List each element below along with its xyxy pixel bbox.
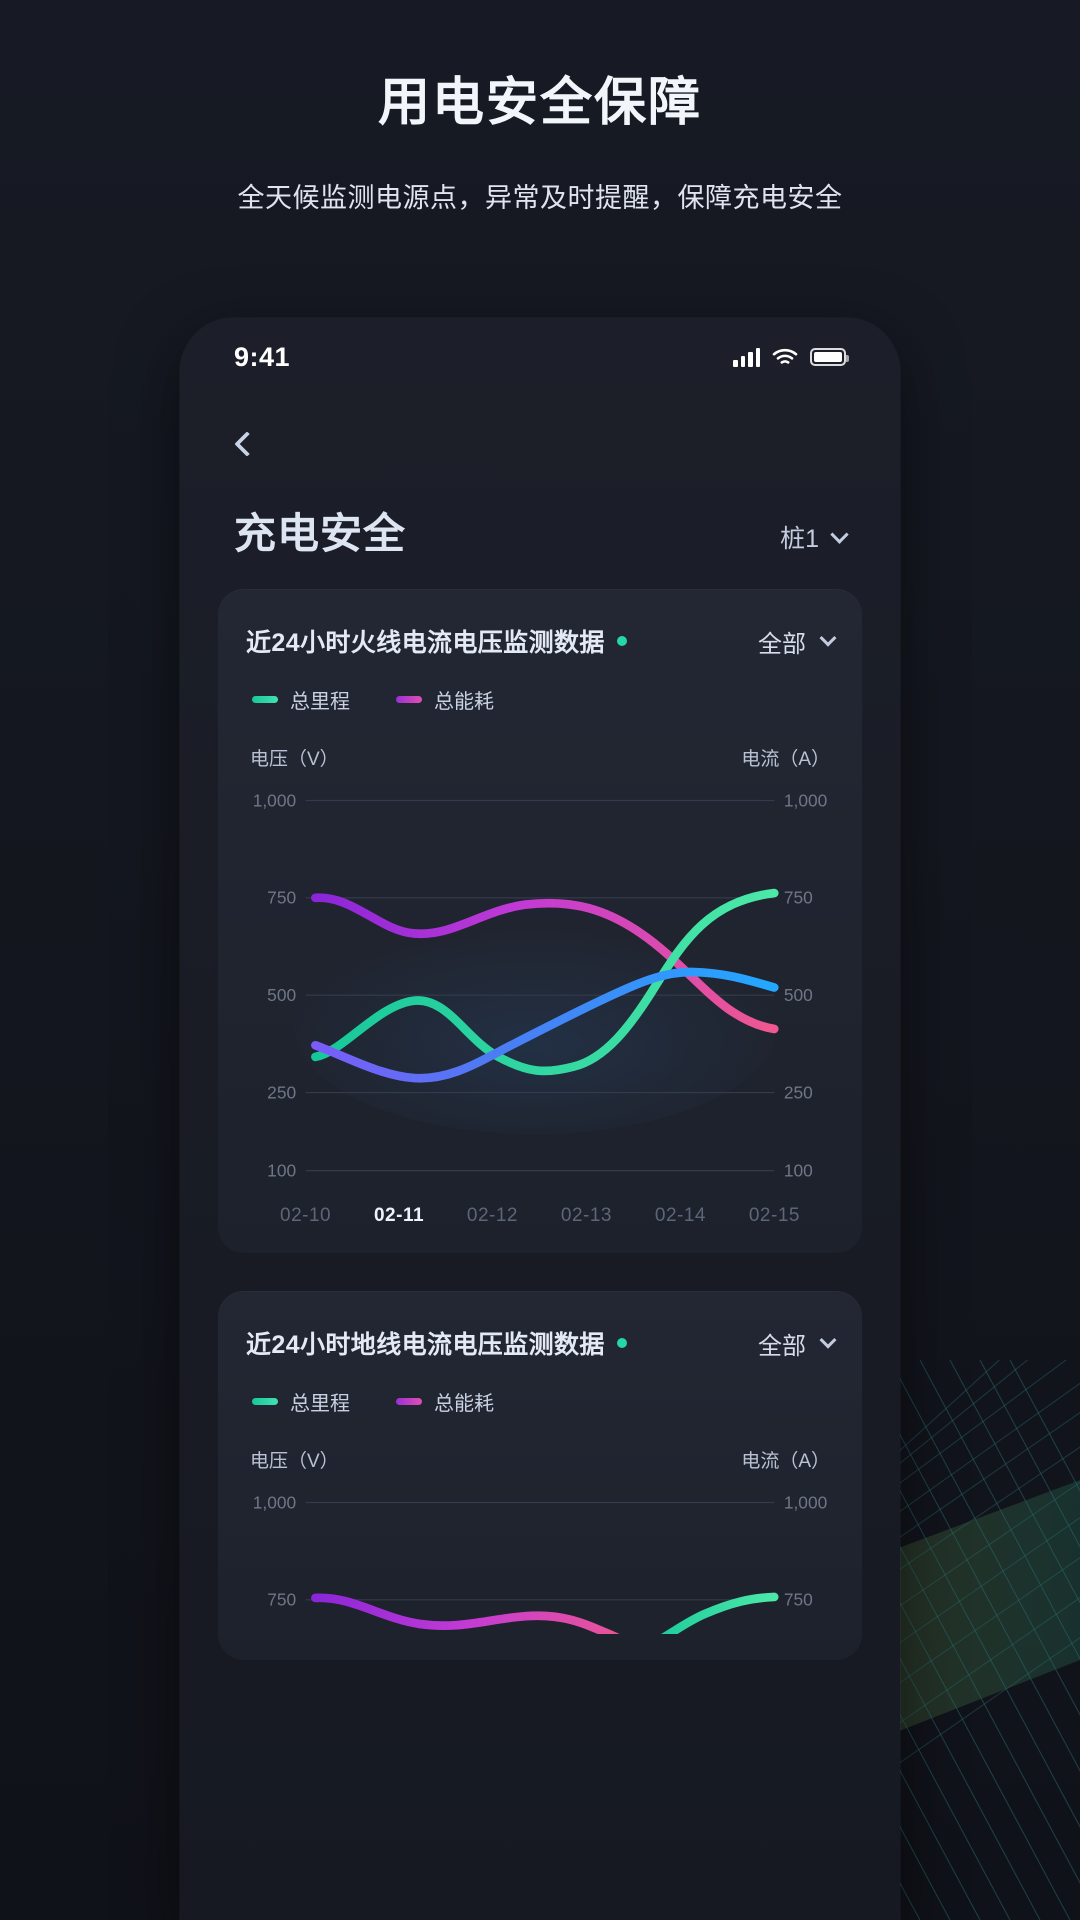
wifi-icon [772, 348, 798, 367]
ytick-left: 750 [267, 1590, 296, 1610]
chart-legend: 总里程 总能耗 [246, 685, 834, 714]
ytick-left: 1,000 [253, 790, 296, 810]
card-list: 近24小时火线电流电压监测数据 全部 总里程 总能耗 电压（V） 电流（A） 1… [180, 561, 900, 1661]
legend-label: 总能耗 [434, 1393, 494, 1416]
ytick-right: 1,000 [784, 1493, 827, 1513]
signal-icon [733, 347, 760, 367]
axis-unit-row: 电压（V） 电流（A） [246, 744, 834, 771]
pile-selector[interactable]: 桩1 [780, 519, 849, 561]
chart-card-ground-wire: 近24小时地线电流电压监测数据 全部 总里程 总能耗 电压（V） 电流（A） 1… [218, 1291, 862, 1661]
chevron-down-icon [830, 524, 849, 544]
card-filter-dropdown[interactable]: 全部 [758, 624, 837, 659]
card-header: 近24小时火线电流电压监测数据 全部 [246, 623, 837, 659]
ytick-right: 1,000 [784, 790, 827, 810]
axis-label-right: 电流（A） [741, 749, 830, 770]
card-title-wrap: 近24小时地线电流电压监测数据 [246, 1325, 627, 1361]
promo-header: 用电安全保障 全天候监测电源点，异常及时提醒，保障充电安全 [0, 0, 1080, 215]
card-title: 近24小时火线电流电压监测数据 [246, 629, 605, 657]
legend-item[interactable]: 总能耗 [396, 685, 494, 714]
back-button[interactable] [232, 422, 276, 466]
chart-plot-area: 1,000 750 500 250 100 1,000 750 500 250 [246, 787, 834, 1201]
series-line-energy [311, 1594, 619, 1635]
nav-bar [180, 396, 900, 466]
page-title: 用电安全保障 [377, 74, 702, 132]
phone-mockup: 9:41 充电安全 桩1 近24小时火线电流电压监测数据 全部 总里程 总能耗 … [180, 318, 900, 1920]
chart-legend: 总里程 总能耗 [246, 1387, 834, 1416]
legend-swatch-mileage [252, 1398, 278, 1406]
card-header: 近24小时地线电流电压监测数据 全部 [246, 1325, 837, 1361]
ytick-right: 750 [784, 888, 813, 908]
ytick-left: 1,000 [253, 1493, 296, 1513]
screen-title-row: 充电安全 桩1 [180, 466, 900, 561]
status-dot-icon [616, 1338, 627, 1349]
ytick-right: 100 [784, 1160, 813, 1180]
pile-selector-label: 桩1 [780, 525, 819, 553]
ytick-right: 250 [784, 1082, 813, 1102]
legend-label: 总能耗 [434, 691, 494, 713]
status-icons [733, 347, 849, 367]
legend-item[interactable]: 总里程 [252, 685, 350, 714]
chart-plot-area: 1,000 750 1,000 750 [246, 1489, 834, 1635]
ytick-right: 500 [784, 985, 813, 1005]
ytick-left: 250 [267, 1082, 296, 1102]
line-chart-svg: 1,000 750 500 250 100 1,000 750 500 250 [253, 790, 828, 1180]
chevron-down-icon [819, 629, 837, 647]
card-filter-label: 全部 [758, 1332, 806, 1360]
status-bar: 9:41 [180, 318, 900, 396]
ytick-left: 100 [267, 1160, 296, 1180]
status-time: 9:41 [234, 341, 291, 372]
axis-label-left: 电压（V） [250, 749, 339, 770]
legend-item[interactable]: 总里程 [252, 1387, 350, 1416]
legend-swatch-energy [396, 696, 422, 703]
axis-label-left: 电压（V） [250, 1451, 339, 1473]
line-chart-svg: 1,000 750 1,000 750 [253, 1493, 827, 1635]
ytick-left: 500 [267, 985, 296, 1005]
xtick: 02-15 [748, 1205, 800, 1227]
status-dot-icon [616, 636, 627, 646]
legend-label: 总里程 [290, 691, 350, 713]
axis-unit-row: 电压（V） 电流（A） [246, 1446, 834, 1473]
card-title: 近24小时地线电流电压监测数据 [246, 1331, 605, 1360]
legend-swatch-mileage [252, 696, 278, 703]
x-axis-ticks: 02-10 02-11 02-12 02-13 02-14 02-15 [246, 1205, 834, 1227]
xtick: 02-12 [466, 1205, 519, 1227]
ytick-left: 750 [267, 888, 296, 908]
legend-swatch-energy [396, 1398, 422, 1406]
screen-title: 充电安全 [234, 510, 407, 557]
chevron-down-icon [819, 1332, 837, 1350]
xtick-active: 02-11 [373, 1205, 425, 1227]
card-filter-dropdown[interactable]: 全部 [758, 1326, 837, 1361]
page-root: 用电安全保障 全天候监测电源点，异常及时提醒，保障充电安全 9:41 充电安全 … [0, 0, 1080, 1920]
card-filter-label: 全部 [758, 630, 806, 658]
page-subtitle: 全天候监测电源点，异常及时提醒，保障充电安全 [237, 183, 843, 214]
back-chevron-icon [234, 431, 260, 457]
legend-item[interactable]: 总能耗 [396, 1387, 494, 1416]
axis-label-right: 电流（A） [741, 1451, 830, 1473]
series-line-mileage [661, 1593, 779, 1635]
xtick: 02-14 [654, 1205, 706, 1227]
xtick: 02-13 [560, 1205, 612, 1227]
ytick-right: 750 [784, 1590, 813, 1610]
card-title-wrap: 近24小时火线电流电压监测数据 [246, 623, 627, 659]
battery-icon [810, 348, 849, 366]
chart-card-live-wire: 近24小时火线电流电压监测数据 全部 总里程 总能耗 电压（V） 电流（A） 1… [218, 589, 862, 1254]
legend-label: 总里程 [290, 1393, 350, 1416]
xtick: 02-10 [280, 1205, 332, 1227]
